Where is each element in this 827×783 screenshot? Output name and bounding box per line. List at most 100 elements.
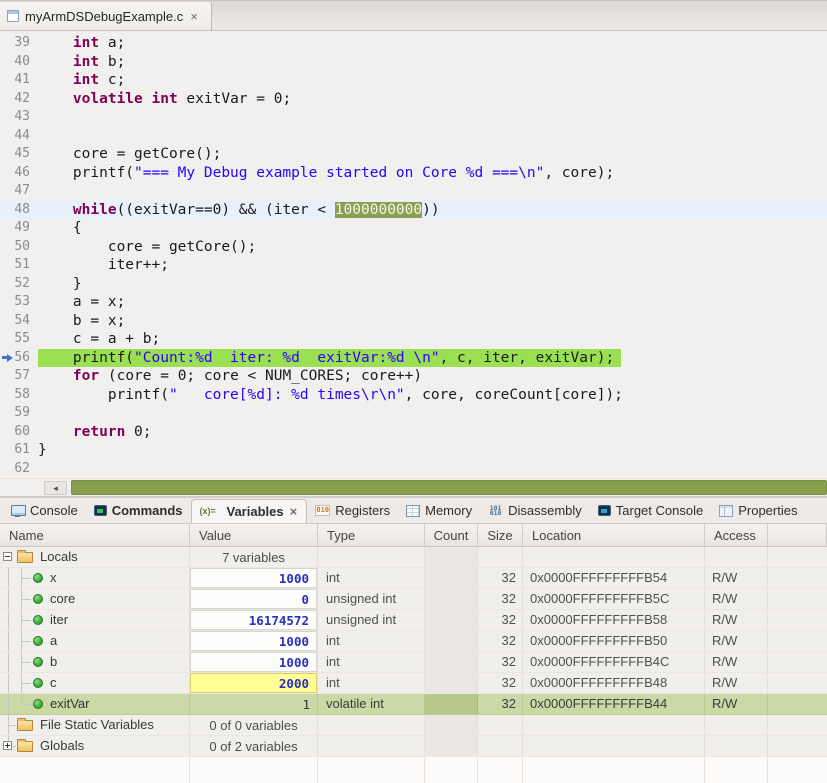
value-cell: 2000 bbox=[190, 673, 318, 693]
debug-views-pane: Console Commands(x)=Variables×010Register… bbox=[0, 498, 827, 783]
expand-icon[interactable] bbox=[3, 741, 12, 750]
size-cell: 32 bbox=[478, 652, 523, 672]
tree-dash bbox=[21, 683, 31, 684]
tree-dash bbox=[21, 662, 31, 663]
line-number[interactable]: 47 bbox=[0, 182, 38, 201]
editor-tab-myArmDSDebugExample[interactable]: myArmDSDebugExample.c × bbox=[0, 1, 212, 30]
code-text: } bbox=[38, 275, 82, 294]
view-tab-variables[interactable]: (x)=Variables× bbox=[191, 499, 308, 524]
scrollbar-thumb[interactable] bbox=[71, 480, 827, 495]
line-number[interactable]: 45 bbox=[0, 145, 38, 164]
line-number[interactable]: 40 bbox=[0, 53, 38, 72]
line-number[interactable]: 62 bbox=[0, 460, 38, 479]
variable-value: 16174572 bbox=[249, 613, 309, 628]
line-number[interactable]: 41 bbox=[0, 71, 38, 90]
view-tab-console[interactable]: Console bbox=[3, 498, 86, 523]
line-number[interactable]: 44 bbox=[0, 127, 38, 146]
code-text: core = getCore(); bbox=[38, 238, 256, 257]
table-row-a[interactable]: a1000int320x0000FFFFFFFFFB50R/W bbox=[0, 631, 827, 652]
tab-close-icon[interactable]: × bbox=[289, 504, 299, 519]
view-tab-label: Console bbox=[30, 503, 78, 518]
variables-table-header: NameValueTypeCountSizeLocationAccess bbox=[0, 524, 827, 547]
code-text: return 0; bbox=[38, 423, 152, 442]
table-row-file-static-variables[interactable]: File Static Variables0 of 0 variables bbox=[0, 715, 827, 736]
code-text: c = a + b; bbox=[38, 330, 160, 349]
line-number[interactable]: 60 bbox=[0, 423, 38, 442]
view-tab-memory[interactable]: Memory bbox=[398, 498, 480, 523]
location-cell bbox=[523, 547, 705, 567]
access-cell bbox=[705, 715, 768, 735]
column-header-access[interactable]: Access bbox=[705, 524, 768, 546]
code-area[interactable]: 39 int a;40 int b;41 int c;42 volatile i… bbox=[0, 31, 827, 478]
collapse-icon[interactable] bbox=[3, 552, 12, 561]
view-tab-disassembly[interactable]: 101010Disassembly bbox=[480, 498, 590, 523]
code-text: volatile int exitVar = 0; bbox=[38, 90, 291, 109]
column-header-name[interactable]: Name bbox=[0, 524, 190, 546]
code-line: 46 printf("=== My Debug example started … bbox=[0, 164, 827, 183]
table-row-c[interactable]: c2000int320x0000FFFFFFFFFB48R/W bbox=[0, 673, 827, 694]
table-row-x[interactable]: x1000int320x0000FFFFFFFFFB54R/W bbox=[0, 568, 827, 589]
tree-line bbox=[8, 589, 9, 609]
line-number[interactable]: 54 bbox=[0, 312, 38, 331]
value-cell: 1000 bbox=[190, 652, 318, 672]
variable-value: 0 bbox=[301, 592, 309, 607]
name-cell: Locals bbox=[0, 547, 190, 567]
line-number[interactable]: 53 bbox=[0, 293, 38, 312]
value-cell: 1 bbox=[190, 694, 318, 714]
location-cell bbox=[523, 715, 705, 735]
line-number[interactable]: 52 bbox=[0, 275, 38, 294]
c-file-icon bbox=[7, 10, 19, 22]
size-cell: 32 bbox=[478, 610, 523, 630]
table-row-locals[interactable]: Locals7 variables bbox=[0, 547, 827, 568]
line-number[interactable]: 49 bbox=[0, 219, 38, 238]
column-header-location[interactable]: Location bbox=[523, 524, 705, 546]
line-number[interactable]: 46 bbox=[0, 164, 38, 183]
view-tab-target-console[interactable]: Target Console bbox=[590, 498, 711, 523]
column-header-count[interactable]: Count bbox=[425, 524, 478, 546]
line-number[interactable]: 61 bbox=[0, 441, 38, 460]
view-tab-commands[interactable]: Commands bbox=[86, 498, 191, 523]
stub-cell bbox=[768, 736, 827, 756]
value-cell: 0 of 2 variables bbox=[190, 736, 318, 756]
column-header-type[interactable]: Type bbox=[318, 524, 425, 546]
code-text: printf("Count:%d iter: %d exitVar:%d \n"… bbox=[38, 349, 621, 368]
code-line: 55 c = a + b; bbox=[0, 330, 827, 349]
table-row-exitvar[interactable]: exitVar1volatile int320x0000FFFFFFFFFB44… bbox=[0, 694, 827, 715]
disassembly-icon: 101010 bbox=[488, 505, 503, 517]
view-tab-properties[interactable]: Properties bbox=[711, 498, 805, 523]
line-number[interactable]: 59 bbox=[0, 404, 38, 423]
line-number[interactable]: 50 bbox=[0, 238, 38, 257]
table-row-core[interactable]: core0unsigned int320x0000FFFFFFFFFB5CR/W bbox=[0, 589, 827, 610]
line-number[interactable]: 51 bbox=[0, 256, 38, 275]
value-box: 0 bbox=[190, 589, 317, 609]
line-number[interactable]: 42 bbox=[0, 90, 38, 109]
editor-pane: myArmDSDebugExample.c × 39 int a;40 int … bbox=[0, 1, 827, 496]
stub-cell bbox=[768, 673, 827, 693]
code-line: 49 { bbox=[0, 219, 827, 238]
stub-cell bbox=[768, 715, 827, 735]
line-number[interactable]: 58 bbox=[0, 386, 38, 405]
column-header-size[interactable]: Size bbox=[478, 524, 523, 546]
commands-icon bbox=[94, 505, 107, 516]
tab-close-icon[interactable]: × bbox=[189, 9, 199, 24]
stub-cell bbox=[768, 589, 827, 609]
table-row-globals[interactable]: Globals0 of 2 variables bbox=[0, 736, 827, 757]
table-row-b[interactable]: b1000int320x0000FFFFFFFFFB4CR/W bbox=[0, 652, 827, 673]
line-number[interactable]: 39 bbox=[0, 34, 38, 53]
access-cell: R/W bbox=[705, 610, 768, 630]
count-cell bbox=[425, 715, 478, 735]
view-tab-registers[interactable]: 010Registers bbox=[307, 498, 398, 523]
line-number[interactable]: 43 bbox=[0, 108, 38, 127]
column-header-value[interactable]: Value bbox=[190, 524, 318, 546]
stub-cell bbox=[768, 631, 827, 651]
line-number[interactable]: 57 bbox=[0, 367, 38, 386]
line-number[interactable]: 48 bbox=[0, 201, 38, 220]
line-number[interactable]: 55 bbox=[0, 330, 38, 349]
scroll-left-button[interactable]: ◂ bbox=[44, 481, 67, 495]
size-cell bbox=[478, 547, 523, 567]
code-text: a = x; bbox=[38, 293, 125, 312]
variable-name: a bbox=[50, 631, 57, 651]
stub-cell bbox=[768, 694, 827, 714]
table-row-iter[interactable]: iter16174572unsigned int320x0000FFFFFFFF… bbox=[0, 610, 827, 631]
variable-value: 1000 bbox=[279, 571, 309, 586]
